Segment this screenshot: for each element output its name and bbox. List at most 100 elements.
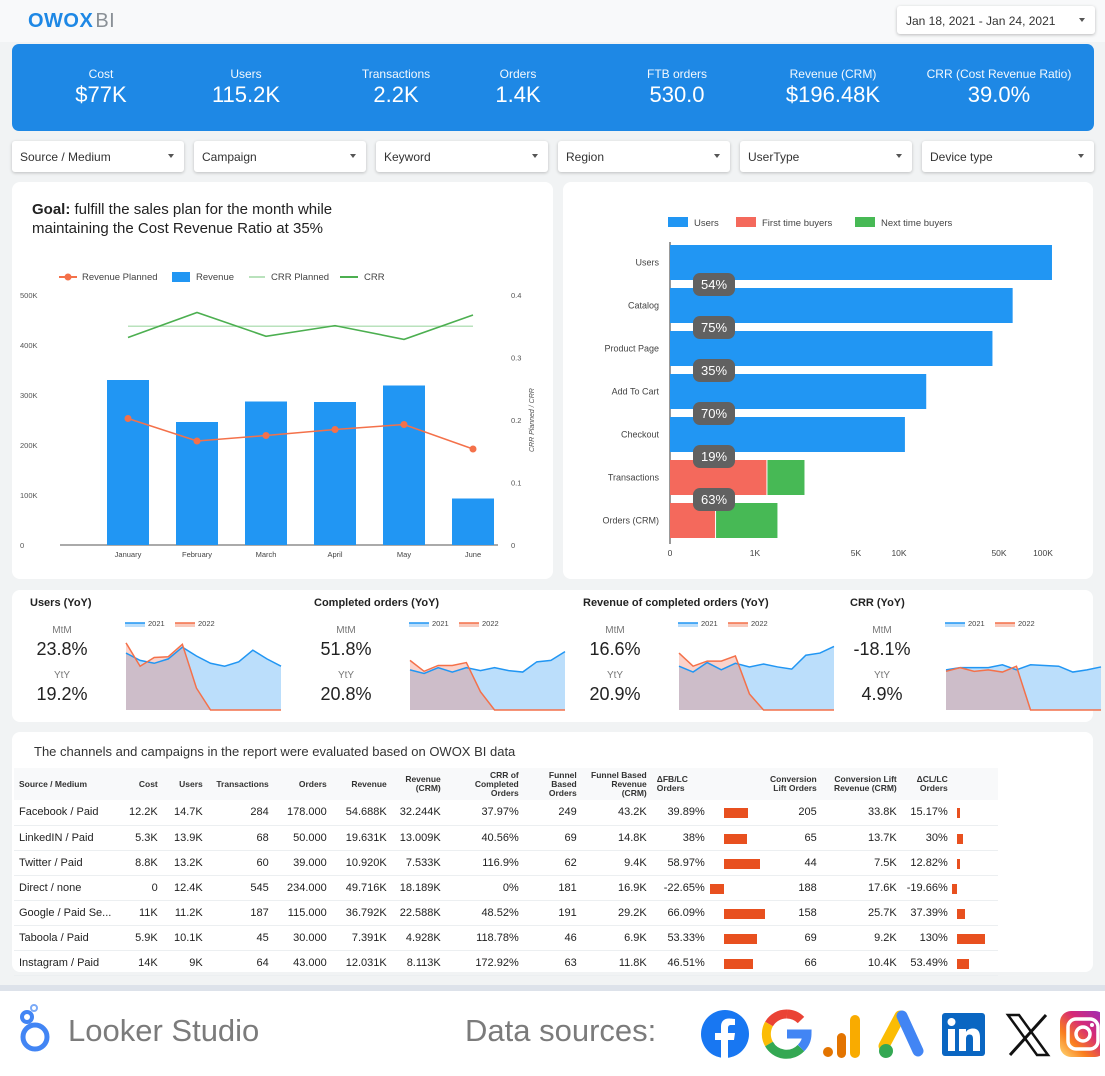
cell-fb-revenue: 29.2K [581, 900, 652, 926]
column-header[interactable]: Conversion Lift Orders [759, 768, 822, 800]
yty-value: 4.9% [861, 684, 903, 704]
cell-orders: 43.000 [273, 950, 332, 976]
column-header[interactable]: Orders [273, 768, 332, 800]
cell-crr: 172.92% [445, 950, 524, 976]
column-header[interactable]: Funnel Based Orders [523, 768, 582, 800]
cell-crr: 48.52% [445, 900, 524, 926]
kpi-crr: CRR (Cost Revenue Ratio) 39.0% [919, 67, 1079, 108]
table-row[interactable]: Direct / none 0 12.4K 545 234.000 49.716K 18.1… [14, 875, 998, 901]
cell-source: Facebook / Paid [14, 800, 124, 826]
instagram-icon [1060, 1011, 1100, 1057]
kpi-scorecards: Cost $77K Users 115.2K Transactions 2.2K Or… [12, 44, 1094, 131]
yty-label: YtY [53, 670, 71, 681]
table-row[interactable]: Facebook / Paid 12.2K 14.7K 284 178.000 54.68… [14, 800, 998, 826]
cell-fb-revenue: 9.4K [581, 850, 652, 876]
filter-label: Campaign [202, 150, 257, 164]
filter-keyword[interactable]: Keyword [376, 141, 548, 172]
cell-revenue-crm: 4.928K [391, 925, 446, 951]
column-header[interactable]: Conversion Lift Revenue (CRM) [821, 768, 902, 800]
column-header[interactable]: Transactions [207, 768, 274, 800]
cell-orders: 30.000 [273, 925, 332, 951]
column-header[interactable]: Source / Medium [14, 768, 124, 800]
yty-value: 20.8% [320, 684, 372, 704]
cell-orders: 39.000 [273, 850, 332, 876]
filter-source-medium[interactable]: Source / Medium [12, 141, 184, 172]
x-icon [1005, 1013, 1051, 1057]
cell-d-fb: 39.89% [651, 800, 710, 826]
cell-source: Instagram / Paid [14, 950, 124, 976]
cell-cl-revenue: 25.7K [821, 900, 902, 926]
delta-cl-lc-bar [956, 808, 961, 818]
google-icon [761, 1009, 812, 1059]
legend-next-time-swatch [855, 217, 875, 227]
cell-source: Twitter / Paid [14, 850, 124, 876]
column-header[interactable]: ΔCL/LC Orders [901, 768, 953, 800]
users-yoy-panel: Users (YoY) MtM 23.8% YtY 19.2% 2021 2022 [12, 590, 282, 722]
mtm-label: MtM [52, 625, 72, 636]
cell-revenue: 54.688K [331, 800, 392, 826]
bar-cell [952, 875, 998, 901]
column-header[interactable]: CRR of Completed Orders [445, 768, 524, 800]
column-header[interactable] [952, 768, 998, 800]
table-row[interactable]: Instagram / Paid 14K 9K 64 43.000 12.031K 8.11… [14, 950, 998, 976]
filter-device-type[interactable]: Device type [922, 141, 1094, 172]
column-header[interactable]: Funnel Based Revenue (CRM) [581, 768, 652, 800]
revenue-bar [107, 380, 149, 545]
table-row[interactable]: Taboola / Paid 5.9K 10.1K 45 30.000 7.391K 4.9… [14, 925, 998, 951]
filter-label: Device type [930, 150, 993, 164]
cell-crr: 116.9% [445, 850, 524, 876]
google-analytics-icon [823, 1015, 860, 1058]
legend-2022: 2022 [198, 619, 215, 628]
legend-users: Users [694, 218, 719, 229]
column-header[interactable]: Revenue (CRM) [391, 768, 446, 800]
chevron-down-icon [1078, 154, 1084, 158]
mtm-value: 16.6% [589, 639, 641, 659]
combo-legend: Revenue Planned Revenue CRR Planned CRR [59, 272, 385, 283]
column-header[interactable]: Revenue [331, 768, 392, 800]
funnel-category-label: Transactions [608, 473, 660, 483]
right-axis-tick: 0.2 [511, 416, 521, 425]
table-row[interactable]: Twitter / Paid 8.8K 13.2K 60 39.000 10.920K 7.… [14, 850, 998, 876]
cell-crr: 37.97% [445, 800, 524, 826]
funnel-category-label: Catalog [628, 301, 659, 311]
bar-cell [709, 950, 760, 976]
date-range-picker[interactable]: Jan 18, 2021 - Jan 24, 2021 [897, 6, 1095, 34]
legend-2022: 2022 [482, 619, 499, 628]
cell-users: 9K [162, 950, 208, 976]
filter-usertype[interactable]: UserType [740, 141, 912, 172]
x-axis-tick: February [182, 550, 212, 559]
legend-first-time-swatch [736, 217, 756, 227]
funnel-legend: Users First time buyers Next time buyers [668, 217, 953, 229]
kpi-label: Orders [499, 67, 537, 81]
funnel-category-label: Users [635, 258, 659, 268]
left-axis-tick: 200K [20, 441, 38, 450]
revenue-bar [452, 498, 494, 545]
cell-d-cl: -19.66% [901, 875, 953, 901]
channels-table: Source / Medium Cost Users Transactions Orde… [14, 768, 998, 976]
column-header[interactable]: Users [162, 768, 208, 800]
legend-next-time-buyers: Next time buyers [881, 218, 953, 229]
revenue-planned-point [331, 426, 339, 433]
kpi-value: $77K [75, 82, 127, 107]
channels-table-card: The channels and campaigns in the report… [12, 732, 1093, 976]
funnel-category-label: Add To Cart [612, 387, 660, 397]
column-header[interactable] [709, 768, 760, 800]
legend-users-swatch [668, 217, 688, 227]
x-axis-tick: March [256, 550, 277, 559]
column-header[interactable]: ΔFB/LC Orders [651, 768, 710, 800]
linkedin-icon [942, 1013, 985, 1056]
cell-cl-orders: 65 [759, 825, 822, 851]
cell-fb-revenue: 16.9K [581, 875, 652, 901]
cell-source: Google / Paid Se... [14, 900, 124, 926]
completed-orders-yoy-chart: 2021 2022 [409, 619, 566, 711]
filter-campaign[interactable]: Campaign [194, 141, 366, 172]
cell-revenue-crm: 32.244K [391, 800, 446, 826]
delta-fb-lc-bar [723, 958, 753, 969]
table-row[interactable]: LinkedIN / Paid 5.3K 13.9K 68 50.000 19.631K 1… [14, 825, 998, 851]
column-header[interactable]: Cost [124, 768, 163, 800]
bar-cell [709, 900, 765, 926]
filter-region[interactable]: Region [558, 141, 730, 172]
cell-cost: 8.8K [124, 850, 163, 876]
goal-chart-card: Goal: fulfill the sales plan for the mon… [12, 182, 553, 579]
table-row[interactable]: Google / Paid Se... 11K 11.2K 187 115.000 36.… [14, 900, 998, 926]
